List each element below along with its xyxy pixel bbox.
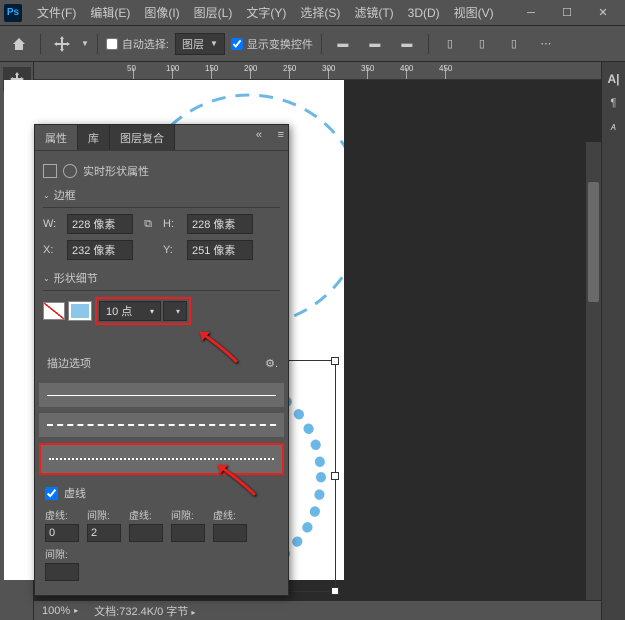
mask-icon [63, 164, 77, 178]
link-wh-icon[interactable]: ⧉ [141, 218, 155, 231]
handle-tr[interactable] [331, 357, 339, 365]
menu-file[interactable]: 文件(F) [30, 4, 83, 21]
move-tool-icon[interactable] [49, 31, 75, 57]
tab-library[interactable]: 库 [78, 125, 110, 150]
paragraph-panel-icon[interactable]: ¶ [605, 94, 623, 112]
options-bar: ▼ 自动选择: 图层▼ 显示变换控件 ▬ ▬ ▬ ▯ ▯ ▯ ⋯ [0, 26, 625, 62]
panel-menu-icon[interactable]: ≡ [278, 129, 284, 141]
window-minimize[interactable]: ─ [513, 0, 549, 26]
align-top-icon[interactable]: ▬ [330, 31, 356, 57]
status-bar: 100%▸ 文档:732.4K/0 字节 ▸ [34, 600, 601, 620]
menu-image[interactable]: 图像(I) [137, 4, 186, 21]
right-panel-strip: A| ¶ ᴀ [601, 62, 625, 620]
tab-layer-comps[interactable]: 图层复合 [110, 125, 175, 150]
align-bottom-icon[interactable]: ▬ [394, 31, 420, 57]
panel-title: 实时形状属性 [43, 159, 280, 183]
show-transform-label: 显示变换控件 [247, 36, 313, 52]
align-left-icon[interactable]: ▯ [437, 31, 463, 57]
dash-3-input[interactable] [213, 524, 247, 542]
bbox-section[interactable]: ⌄边框 [43, 183, 280, 208]
window-close[interactable]: ✕ [585, 0, 621, 26]
auto-select-target[interactable]: 图层▼ [175, 33, 225, 55]
workbench: ⋯ T ⋯ ⋯ 50100150200250300350400450 [0, 62, 625, 620]
auto-select-label: 自动选择: [122, 36, 169, 52]
more-options-icon[interactable]: ⋯ [533, 31, 559, 57]
stroke-options-gear-icon[interactable]: ⚙. [265, 357, 278, 370]
h-label: H: [163, 218, 179, 230]
stroke-swatch[interactable] [69, 302, 91, 320]
annotation-arrow-1 [192, 327, 242, 370]
gap-3-input[interactable] [45, 563, 79, 581]
shape-detail-section[interactable]: ⌄形状细节 [43, 266, 280, 291]
menu-3d[interactable]: 3D(D) [401, 6, 447, 20]
handle-mr[interactable] [331, 472, 339, 480]
dash-2-input[interactable] [129, 524, 163, 542]
live-shape-icon [43, 164, 57, 178]
panel-collapse-icon[interactable]: « [256, 129, 262, 141]
vertical-scrollbar[interactable] [585, 142, 601, 600]
dash-gap-grid: 虚线: 间隙: 虚线: 间隙: 虚线: 间隙: [37, 507, 286, 589]
glyphs-panel-icon[interactable]: ᴀ [605, 118, 623, 136]
align-vcenter-icon[interactable]: ▬ [362, 31, 388, 57]
x-input[interactable] [67, 240, 133, 260]
menu-filter[interactable]: 滤镜(T) [347, 4, 400, 21]
stroke-preset-dashed[interactable] [39, 413, 284, 437]
gap-1-input[interactable] [87, 524, 121, 542]
home-icon[interactable] [6, 31, 32, 57]
x-label: X: [43, 244, 59, 256]
menu-edit[interactable]: 编辑(E) [83, 4, 137, 21]
w-label: W: [43, 218, 59, 230]
y-input[interactable] [187, 240, 253, 260]
height-input[interactable] [187, 214, 253, 234]
highlight-stroke-settings: 10 点▾ ▾ [95, 297, 191, 325]
app-logo: Ps [4, 4, 22, 22]
panel-tabs: 属性 库 图层复合 « ≡ [35, 125, 288, 151]
menu-layer[interactable]: 图层(L) [187, 4, 240, 21]
size-grip[interactable] [609, 604, 625, 620]
menu-type[interactable]: 文字(Y) [239, 4, 293, 21]
window-maximize[interactable]: ☐ [549, 0, 585, 26]
gap-2-input[interactable] [171, 524, 205, 542]
show-transform-checkbox[interactable]: 显示变换控件 [231, 36, 313, 52]
y-label: Y: [163, 244, 179, 256]
dash-1-input[interactable] [45, 524, 79, 542]
stroke-dash-type-select[interactable]: ▾ [163, 301, 187, 321]
fill-swatch[interactable] [43, 302, 65, 320]
menu-select[interactable]: 选择(S) [293, 4, 347, 21]
handle-br[interactable] [331, 587, 339, 595]
annotation-arrow-2 [210, 460, 260, 503]
width-input[interactable] [67, 214, 133, 234]
tab-properties[interactable]: 属性 [35, 125, 78, 150]
titlebar: Ps 文件(F) 编辑(E) 图像(I) 图层(L) 文字(Y) 选择(S) 滤… [0, 0, 625, 26]
auto-select-checkbox[interactable]: 自动选择: [106, 36, 169, 52]
zoom-dropdown-icon[interactable]: ▸ [74, 606, 78, 615]
align-right-icon[interactable]: ▯ [501, 31, 527, 57]
menu-view[interactable]: 视图(V) [447, 4, 501, 21]
stroke-options-label: 描边选项 [45, 349, 93, 377]
ruler-horizontal: 50100150200250300350400450 [34, 62, 601, 80]
stroke-width-input[interactable]: 10 点▾ [99, 301, 161, 321]
properties-panel: 属性 库 图层复合 « ≡ 实时形状属性 ⌄边框 W: ⧉ H: X: [34, 124, 289, 596]
align-hcenter-icon[interactable]: ▯ [469, 31, 495, 57]
character-panel-icon[interactable]: A| [605, 70, 623, 88]
stroke-preset-solid[interactable] [39, 383, 284, 407]
zoom-level[interactable]: 100%▸ [42, 605, 78, 617]
tool-preset-dropdown[interactable]: ▼ [81, 39, 89, 48]
document-info[interactable]: 文档:732.4K/0 字节 ▸ [94, 603, 195, 619]
